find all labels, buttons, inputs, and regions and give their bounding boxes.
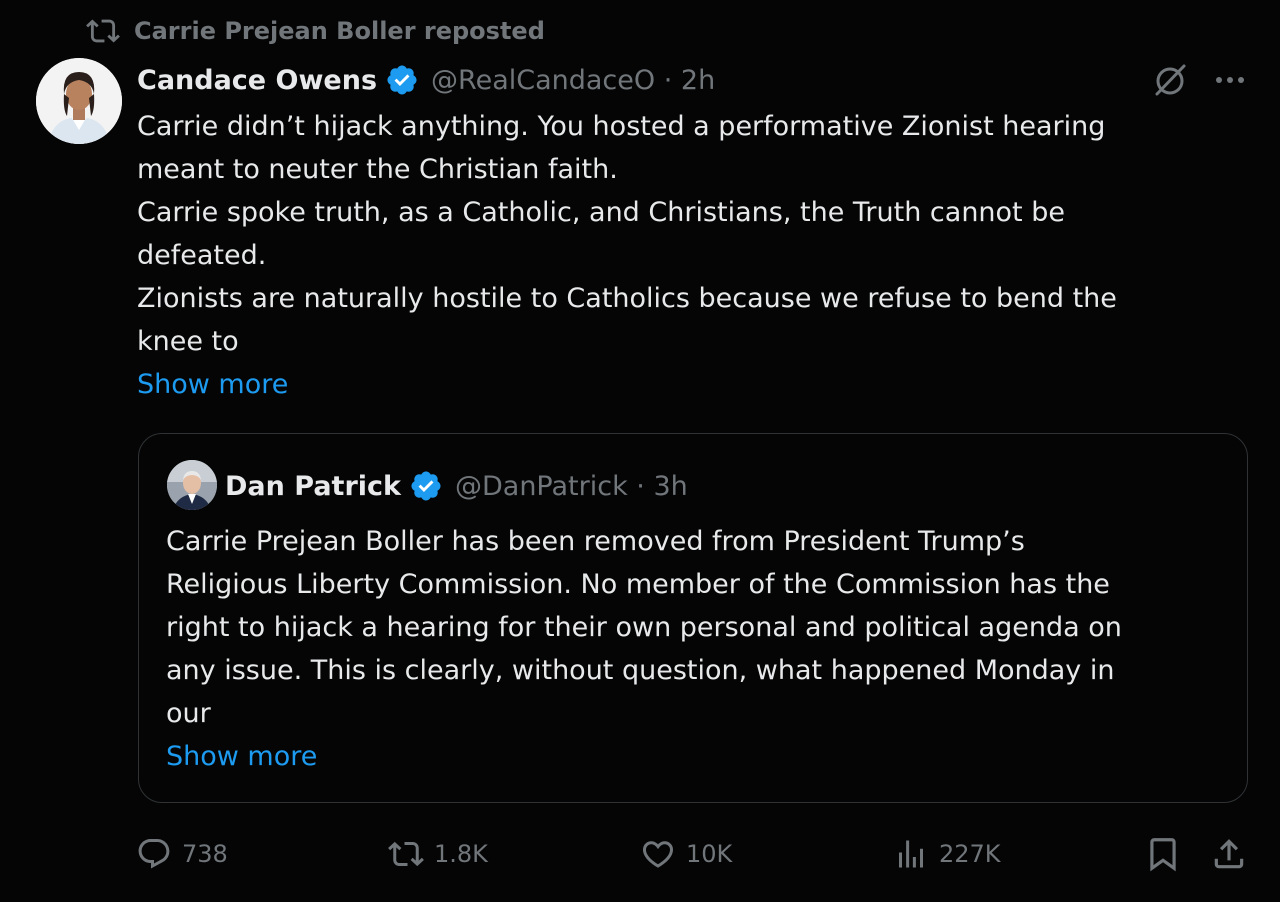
author-handle-time[interactable]: @RealCandaceO · 2h <box>431 65 715 96</box>
share-icon[interactable] <box>1210 834 1248 874</box>
repost-count: 1.8K <box>434 840 488 868</box>
quoted-author-avatar[interactable] <box>167 460 217 510</box>
like-icon <box>642 841 674 868</box>
verified-badge-icon[interactable] <box>409 469 443 503</box>
reply-button[interactable]: 738 <box>136 832 228 876</box>
author-avatar[interactable] <box>36 58 122 144</box>
quoted-tweet-line: Religious Liberty Commission. No member … <box>166 569 1110 600</box>
repost-icon <box>388 841 424 867</box>
reply-count: 738 <box>182 840 228 868</box>
tweet-line: Zionists are naturally hostile to Cathol… <box>137 283 1117 314</box>
verified-badge-icon[interactable] <box>385 63 419 97</box>
tweet-line: knee to <box>137 326 239 357</box>
quoted-show-more-link[interactable]: Show more <box>166 735 1226 778</box>
tweet-line: Carrie didn’t hijack anything. You hoste… <box>137 111 1106 142</box>
repost-indicator[interactable]: Carrie Prejean Boller reposted <box>86 14 545 48</box>
repost-icon <box>86 19 120 43</box>
quoted-tweet-line: Carrie Prejean Boller has been removed f… <box>166 526 1025 557</box>
quoted-tweet-line: right to hijack a hearing for their own … <box>166 612 1122 643</box>
tweet-line: Carrie spoke truth, as a Catholic, and C… <box>137 197 1065 228</box>
quoted-tweet-body: Carrie Prejean Boller has been removed f… <box>166 520 1226 778</box>
quoted-author-name[interactable]: Dan Patrick <box>225 471 401 502</box>
more-icon[interactable] <box>1212 66 1248 94</box>
tweet-header: Candace Owens @RealCandaceO · 2h <box>137 58 715 102</box>
repost-text: Carrie Prejean Boller reposted <box>134 17 545 45</box>
quoted-tweet-header: Dan Patrick @DanPatrick · 3h <box>225 464 688 508</box>
repost-button[interactable]: 1.8K <box>388 832 488 876</box>
author-name[interactable]: Candace Owens <box>137 65 377 96</box>
like-count: 10K <box>686 840 733 868</box>
quoted-tweet-line: our <box>166 698 211 729</box>
views-button[interactable]: 227K <box>893 832 1001 876</box>
quoted-tweet[interactable]: Dan Patrick @DanPatrick · 3h Carrie Prej… <box>138 433 1248 803</box>
grok-icon[interactable] <box>1150 60 1190 100</box>
tweet-body: Carrie didn’t hijack anything. You hoste… <box>137 105 1227 406</box>
tweet-line: meant to neuter the Christian faith. <box>137 154 618 185</box>
tweet-line: defeated. <box>137 240 267 271</box>
quoted-author-handle-time[interactable]: @DanPatrick · 3h <box>455 471 688 502</box>
bookmark-icon[interactable] <box>1144 834 1182 874</box>
views-icon <box>899 840 923 868</box>
quoted-tweet-line: any issue. This is clearly, without ques… <box>166 655 1115 686</box>
views-count: 227K <box>939 840 1001 868</box>
reply-icon <box>138 839 170 869</box>
like-button[interactable]: 10K <box>640 832 732 876</box>
show-more-link[interactable]: Show more <box>137 363 1227 406</box>
